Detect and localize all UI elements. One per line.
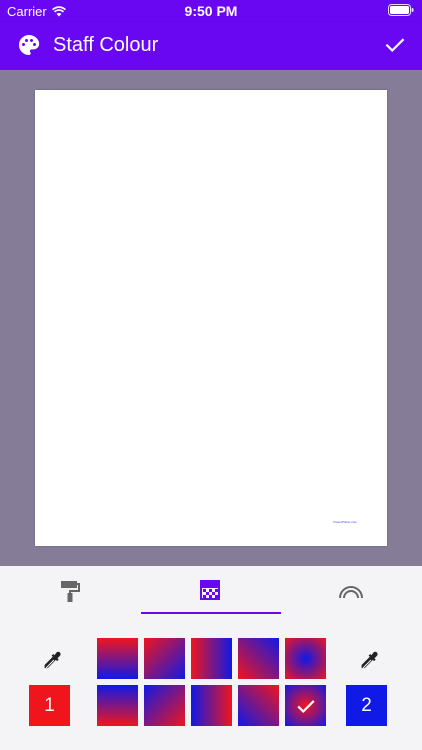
staff [53, 294, 369, 305]
gradient-swatch[interactable] [191, 638, 232, 679]
gradient-icon [200, 580, 220, 600]
gradient-swatch[interactable] [97, 638, 138, 679]
gradient-swatch[interactable] [144, 685, 185, 726]
battery-icon [388, 4, 414, 19]
staff [53, 366, 369, 378]
tab-rainbow[interactable] [282, 566, 422, 616]
gradient-swatch[interactable] [285, 638, 326, 679]
rainbow-icon [339, 586, 363, 599]
selected-check-icon [296, 699, 315, 713]
staff [53, 149, 369, 161]
colour-2-button[interactable]: 2 [346, 685, 387, 726]
palette-icon [19, 35, 40, 55]
paper-watermark: PowerPrinter.com [333, 520, 357, 524]
style-panel: 1 2 [0, 566, 422, 750]
staff-lines [53, 113, 369, 522]
paper-preview: PowerPrinter.com [35, 90, 387, 546]
staff [53, 438, 369, 450]
staff [53, 113, 369, 125]
staff [53, 330, 369, 341]
gradient-swatch[interactable] [144, 638, 185, 679]
eyedropper-icon[interactable] [40, 650, 64, 674]
tab-gradient[interactable] [141, 566, 281, 616]
gradient-swatch[interactable] [97, 685, 138, 726]
paint-roller-icon [61, 581, 80, 602]
app-bar: Staff Colour [0, 22, 422, 70]
eyedropper-icon[interactable] [357, 650, 381, 674]
staff [53, 402, 369, 414]
staff [53, 474, 369, 486]
gradient-swatch[interactable] [238, 638, 279, 679]
colour-1-button[interactable]: 1 [29, 685, 70, 726]
status-bar: Carrier 9:50 PM [0, 0, 422, 22]
staff [53, 510, 369, 522]
status-time: 9:50 PM [184, 3, 238, 19]
colour-2-label: 2 [361, 694, 372, 716]
staff [53, 258, 369, 269]
gradient-swatch[interactable] [238, 685, 279, 726]
colour-1-label: 1 [44, 694, 55, 716]
tab-solid-colour[interactable] [0, 566, 140, 616]
gradient-swatch[interactable] [191, 685, 232, 726]
staff-preview-area: PowerPrinter.com [0, 70, 422, 566]
staff [53, 222, 369, 233]
confirm-check-icon[interactable] [384, 34, 406, 56]
selected-tab-indicator [141, 612, 281, 614]
page-title: Staff Colour [53, 34, 159, 56]
gradient-swatch[interactable] [285, 685, 326, 726]
staff [53, 185, 369, 197]
